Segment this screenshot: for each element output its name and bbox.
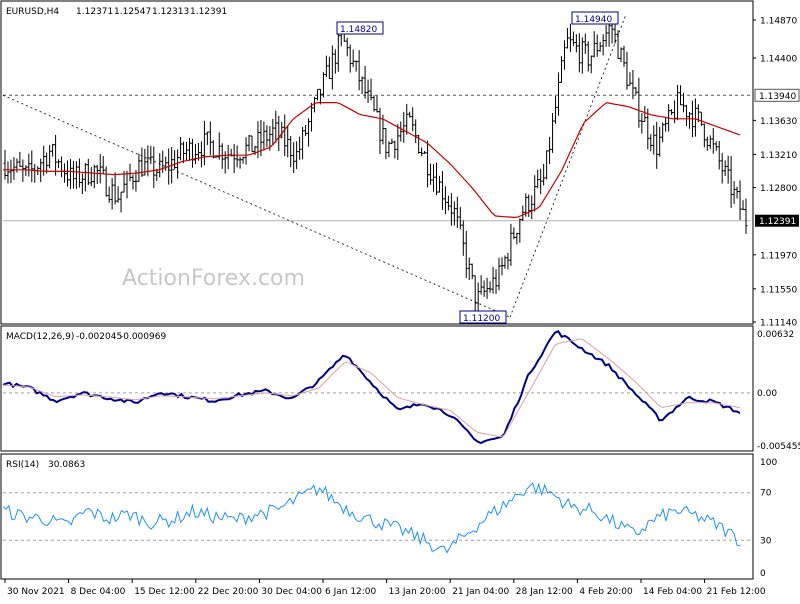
price-tick-label: 1.14400 [760, 55, 797, 65]
price-annotation-label: 1.11200 [463, 314, 500, 324]
macd-tick-label: -0.005455 [757, 442, 800, 452]
price-tick-label: 1.13630 [760, 117, 797, 127]
time-tick-label: 28 Jan 12:00 [516, 587, 573, 597]
price-annotation: 1.14820 [336, 21, 384, 35]
time-tick-label: 30 Dec 04:00 [261, 587, 322, 597]
ohlc-open: 1.12371 [76, 7, 113, 17]
ohlc-close: 1.12391 [190, 7, 227, 17]
time-tick-label: 21 Feb 12:00 [707, 587, 766, 597]
price-tick-label: 1.11970 [760, 251, 797, 261]
time-tick-label: 22 Dec 20:00 [198, 587, 259, 597]
price-annotation: 1.14940 [571, 11, 619, 25]
time-tick-label: 8 Dec 04:00 [71, 587, 126, 597]
chart-window: 1.14820 1.14940 1.11200 1.14870 1.14400 1.13… [0, 0, 800, 600]
time-tick-label: 14 Feb 04:00 [643, 587, 702, 597]
rsi-tick-label: 30 [760, 536, 772, 546]
macd-value-main: -0.002045 [76, 332, 122, 342]
chart-symbol: EURUSD,H4 [6, 7, 59, 17]
chart-svg: 1.14820 1.14940 1.11200 1.14870 1.14400 1.13… [0, 0, 800, 597]
price-tick-label: 1.13940 [759, 92, 796, 102]
time-tick-label: 4 Feb 20:00 [579, 587, 633, 597]
price-panel-frame [0, 0, 754, 325]
price-annotation-label: 1.14940 [575, 15, 612, 25]
ohlc-low: 1.12313 [152, 7, 189, 17]
price-tick-label: 1.13210 [760, 151, 797, 161]
price-annotation: 1.11200 [459, 310, 507, 324]
rsi-value: 30.0863 [48, 460, 85, 470]
time-tick-label: 21 Jan 04:00 [452, 587, 509, 597]
rsi-tick-label: 70 [760, 489, 772, 499]
macd-header: MACD(12,26,9) -0.002045 -0.000969 [6, 332, 166, 342]
time-tick-label: 30 Nov 2021 [7, 587, 65, 597]
price-tick-label: 1.14870 [760, 17, 797, 27]
macd-tick-label: 0.00 [757, 389, 777, 399]
time-tick-label: 15 Dec 12:00 [134, 587, 195, 597]
time-tick-label: 13 Jan 20:00 [389, 587, 446, 597]
rsi-label: RSI(14) [6, 460, 39, 470]
ohlc-high: 1.12547 [114, 7, 151, 17]
price-tick-label: 1.11140 [760, 319, 797, 329]
rsi-tick-label: 100 [760, 458, 777, 468]
macd-label: MACD(12,26,9) [6, 332, 74, 342]
macd-value-signal: -0.000969 [120, 332, 166, 342]
price-tick-label: 1.12391 [759, 217, 796, 227]
price-annotation-label: 1.14820 [340, 25, 377, 35]
macd-tick-label: 0.00632 [757, 330, 794, 340]
time-tick-label: 6 Jan 12:00 [325, 587, 377, 597]
price-tick-label: 1.12800 [760, 184, 797, 194]
chart-header: EURUSD,H4 1.12371 1.12547 1.12313 1.1239… [6, 7, 227, 17]
watermark: ActionForex.com [122, 266, 305, 291]
price-tick-label: 1.11550 [760, 285, 797, 295]
rsi-tick-label: 0 [760, 569, 766, 579]
